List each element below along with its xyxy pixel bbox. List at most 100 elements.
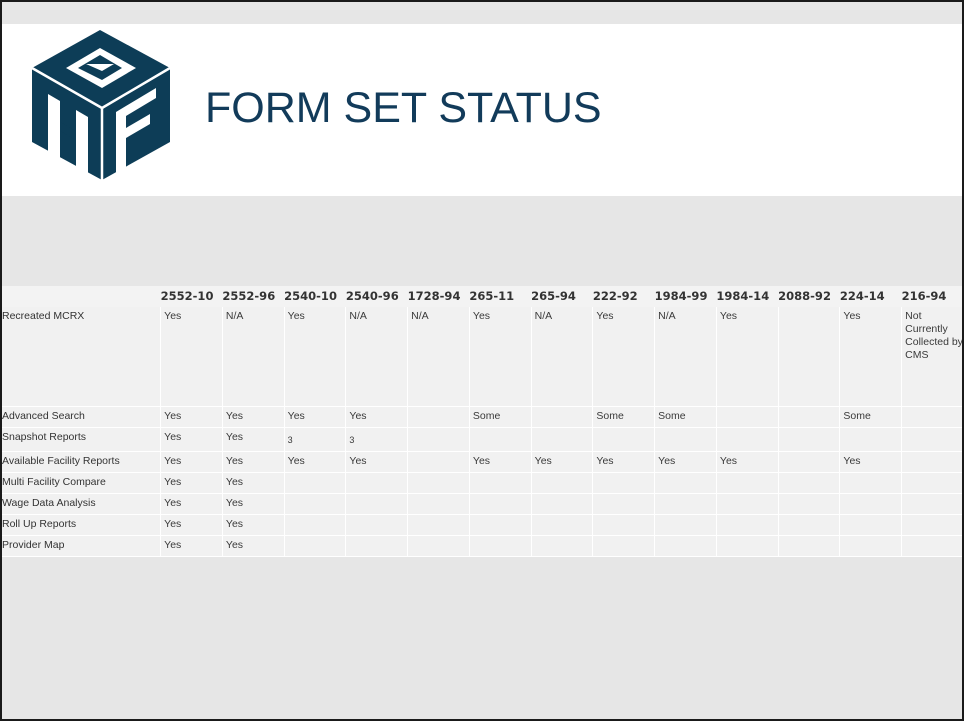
table-cell: 3	[284, 427, 347, 452]
column-header: 2552-10	[160, 289, 214, 303]
table-cell: Yes	[839, 307, 903, 407]
table-cell: Some	[592, 406, 656, 428]
table-cell: Some	[839, 406, 903, 428]
row-label: Advanced Search	[2, 406, 162, 428]
table-header-row: 2552-10 2552-96 2540-10 2540-96 1728-94 …	[2, 286, 962, 307]
table-row: Wage Data Analysis Yes Yes	[2, 493, 962, 515]
table-cell: Yes	[345, 406, 409, 428]
table-cell	[531, 427, 594, 452]
table-cell	[839, 472, 903, 494]
table-cell	[901, 427, 962, 452]
table-cell: Some	[469, 406, 532, 428]
table-cell: Yes	[284, 307, 347, 407]
table-cell	[654, 514, 717, 536]
table-cell	[716, 535, 779, 557]
table-cell: Yes	[222, 406, 285, 428]
table-row: Provider Map Yes Yes	[2, 535, 962, 557]
table-cell	[778, 514, 841, 536]
table-cell	[716, 427, 779, 452]
table-row: Recreated MCRX Yes N/A Yes N/A N/A Yes N/A Yes N/…	[2, 307, 962, 407]
column-header: 224-14	[839, 289, 885, 303]
table-cell: Yes	[531, 451, 594, 473]
column-header: 1728-94	[407, 289, 461, 303]
table-cell: N/A	[407, 307, 470, 407]
form-status-table-wrap: 2552-10 2552-96 2540-10 2540-96 1728-94 …	[2, 286, 962, 557]
table-cell	[469, 427, 532, 452]
table-cell: Yes	[222, 427, 285, 452]
table-body: Recreated MCRX Yes N/A Yes N/A N/A Yes N/A Yes N/…	[2, 307, 962, 557]
table-cell	[901, 514, 962, 536]
column-header: 2088-92	[778, 289, 831, 303]
table-cell: Yes	[345, 451, 409, 473]
table-cell: N/A	[531, 307, 594, 407]
table-cell	[469, 514, 532, 536]
table-cell: Yes	[284, 451, 347, 473]
table-cell	[407, 406, 470, 428]
table-header-corner	[2, 286, 161, 307]
column-header: 2540-10	[284, 289, 337, 303]
table-cell	[592, 493, 656, 515]
table-cell: Yes	[469, 451, 532, 473]
table-cell	[778, 493, 841, 515]
table-cell: N/A	[654, 307, 717, 407]
row-label: Wage Data Analysis	[2, 493, 162, 515]
table-cell: Yes	[592, 307, 656, 407]
row-label: Roll Up Reports	[2, 514, 162, 536]
table-cell: Yes	[160, 535, 223, 557]
table-cell: N/A	[345, 307, 409, 407]
row-label: Provider Map	[2, 535, 162, 557]
table-cell	[778, 451, 841, 473]
table-cell: Yes	[160, 307, 223, 407]
table-cell	[284, 514, 347, 536]
table-cell	[654, 472, 717, 494]
table-cell	[778, 307, 841, 407]
table-cell	[901, 406, 962, 428]
table-cell	[345, 514, 409, 536]
table-cell	[407, 472, 470, 494]
table-cell	[778, 535, 841, 557]
table-cell: Not Currently Collected by CMS	[901, 307, 962, 407]
table-cell: Yes	[839, 451, 903, 473]
table-cell	[284, 535, 347, 557]
table-cell	[592, 514, 656, 536]
column-header: 265-94	[531, 289, 576, 303]
table-cell	[592, 535, 656, 557]
column-header: 222-92	[592, 289, 638, 303]
table-cell: 3	[345, 427, 409, 452]
table-cell	[901, 451, 962, 473]
hf-logo-icon	[31, 30, 171, 180]
table-cell: Yes	[222, 514, 285, 536]
table-cell	[407, 493, 470, 515]
table-cell	[407, 514, 470, 536]
row-label: Snapshot Reports	[2, 427, 162, 452]
table-cell	[592, 427, 656, 452]
table-cell	[901, 472, 962, 494]
table-cell	[716, 493, 779, 515]
form-status-table: 2552-10 2552-96 2540-10 2540-96 1728-94 …	[2, 286, 962, 557]
slide: FORM SET STATUS 2552-10 2552-96 2540-10 …	[0, 0, 964, 721]
table-cell: Yes	[716, 451, 779, 473]
table-cell: Yes	[222, 493, 285, 515]
table-cell	[716, 406, 779, 428]
table-cell	[901, 535, 962, 557]
column-header: 2552-96	[222, 289, 276, 303]
table-cell	[839, 493, 903, 515]
table-row: Snapshot Reports Yes Yes 3 3	[2, 427, 962, 452]
table-cell	[592, 472, 656, 494]
table-cell	[778, 406, 841, 428]
page-title: FORM SET STATUS	[205, 84, 602, 132]
table-cell	[531, 406, 594, 428]
table-cell: Yes	[469, 307, 532, 407]
table-cell: Yes	[592, 451, 656, 473]
table-cell	[531, 514, 594, 536]
table-cell	[407, 535, 470, 557]
table-cell	[839, 514, 903, 536]
table-cell: N/A	[222, 307, 285, 407]
table-cell: Yes	[222, 535, 285, 557]
column-header: 2540-96	[345, 289, 399, 303]
table-cell	[407, 427, 470, 452]
table-cell: Yes	[160, 472, 223, 494]
table-cell	[716, 472, 779, 494]
table-cell: Yes	[160, 406, 223, 428]
table-cell: Yes	[222, 451, 285, 473]
